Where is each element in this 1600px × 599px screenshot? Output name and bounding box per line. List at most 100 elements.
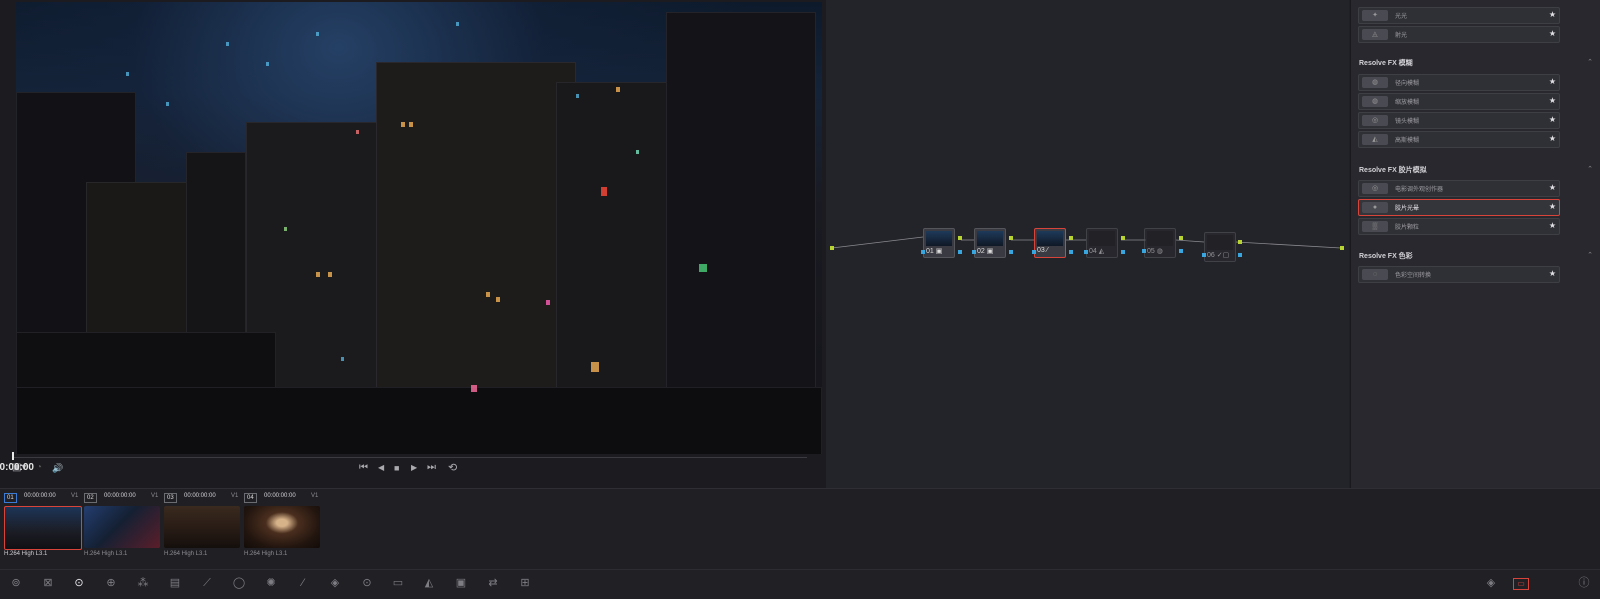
favorite-star-icon[interactable]: ★ (1549, 134, 1556, 143)
info-icon[interactable]: ⓘ (1576, 576, 1592, 590)
favorite-star-icon[interactable]: ★ (1549, 202, 1556, 211)
node-key-pin[interactable] (1238, 253, 1242, 257)
lightbox-icon[interactable]: ◈ (1483, 576, 1499, 590)
node-02[interactable]: 02 ▣ (974, 228, 1006, 258)
fx-thumb-icon: ◬ (1362, 29, 1388, 40)
key-icon[interactable]: ▣ (453, 576, 469, 590)
node-output-pin[interactable] (1121, 236, 1125, 240)
video-frame[interactable] (16, 2, 822, 454)
tracker-icon[interactable]: ⊙ (359, 576, 375, 590)
fx-item-film-halation[interactable]: ● 胶片光晕 ★ (1358, 199, 1560, 216)
fx-item-lens-blur[interactable]: ◎ 镜头模糊 ★ (1358, 112, 1560, 129)
favorite-star-icon[interactable]: ★ (1549, 96, 1556, 105)
3d-icon[interactable]: ⊞ (517, 576, 533, 590)
node-thumbnail (1037, 231, 1063, 246)
clip-timecode: 00:00:00:00 (264, 493, 296, 499)
favorite-star-icon[interactable]: ★ (1549, 77, 1556, 86)
node-01[interactable]: 01 ▣ (923, 228, 955, 258)
sizing-icon[interactable]: ⇄ (485, 576, 501, 590)
node-key-pin[interactable] (1142, 249, 1146, 253)
qualifier-icon[interactable]: ✺ (263, 576, 279, 590)
source-input-pin[interactable] (830, 246, 834, 250)
clip-thumbnail[interactable] (84, 506, 160, 548)
fx-section-title-film-look[interactable]: Resolve FX 胶片模拟 (1359, 165, 1427, 175)
favorite-star-icon[interactable]: ★ (1549, 221, 1556, 230)
color-wheels-icon[interactable]: ⊙ (71, 576, 87, 590)
loop-icon[interactable]: ⟲ (448, 463, 457, 474)
clip-thumbnail[interactable] (244, 506, 320, 548)
fx-item-label: 电影调外观创作器 (1395, 187, 1444, 193)
collapse-chevron-icon[interactable]: ⌃ (1587, 165, 1593, 173)
node-06[interactable]: 06 ✓▢ (1204, 232, 1236, 262)
eyedropper-icon[interactable]: ⁄ (295, 576, 311, 590)
color-warper-icon[interactable]: ◯ (231, 576, 247, 590)
favorite-star-icon[interactable]: ★ (1549, 115, 1556, 124)
node-key-pin[interactable] (1032, 250, 1036, 254)
fx-item-zoom-blur[interactable]: ◍ 缩放模糊 ★ (1358, 93, 1560, 110)
node-key-pin[interactable] (1084, 250, 1088, 254)
node-key-pin[interactable] (972, 250, 976, 254)
output-pin[interactable] (1340, 246, 1344, 250)
curves-icon[interactable]: ⟋ (199, 576, 215, 590)
fx-item-film-grain[interactable]: ▒ 胶片颗粒 ★ (1358, 218, 1560, 235)
node-05[interactable]: 05 ◍ (1144, 228, 1176, 258)
first-frame-icon[interactable]: ⏮ (359, 463, 368, 473)
window-icon[interactable]: ◈ (327, 576, 343, 590)
rgb-mixer-icon[interactable]: ⁂ (135, 576, 151, 590)
node-output-pin[interactable] (1069, 236, 1073, 240)
mute-icon[interactable]: ◔ (36, 463, 42, 473)
stop-icon[interactable]: ■ (394, 463, 399, 473)
play-icon[interactable]: ▶ (411, 463, 417, 473)
node-editor[interactable]: 01 ▣ 02 ▣ 03 ⁄ 04 ◭ 05 ◍ 06 ✓▢ (826, 0, 1349, 488)
node-key-pin[interactable] (1009, 250, 1013, 254)
node-output-pin[interactable] (958, 236, 962, 240)
fx-item-color-space-transform[interactable]: ◌ 色彩空间转换 ★ (1358, 266, 1560, 283)
node-output-pin[interactable] (1179, 236, 1183, 240)
node-label: 02 ▣ (977, 248, 994, 255)
camera-raw-icon[interactable]: ⊚ (8, 576, 24, 590)
node-key-pin[interactable] (1179, 249, 1183, 253)
node-04[interactable]: 04 ◭ (1086, 228, 1118, 258)
fx-item-glow[interactable]: ✦ 光光 ★ (1358, 7, 1560, 24)
clip-thumbnail[interactable] (4, 506, 82, 550)
fx-section-title-color[interactable]: Resolve FX 色彩 (1359, 251, 1413, 261)
fx-section-title-blur[interactable]: Resolve FX 模糊 (1359, 58, 1413, 68)
node-output-pin[interactable] (1238, 240, 1242, 244)
node-key-pin[interactable] (1069, 250, 1073, 254)
hdr-wheels-icon[interactable]: ⊕ (103, 576, 119, 590)
node-key-pin[interactable] (1202, 253, 1206, 257)
color-match-icon[interactable]: ⊠ (40, 576, 56, 590)
favorite-star-icon[interactable]: ★ (1549, 183, 1556, 192)
favorite-star-icon[interactable]: ★ (1549, 269, 1556, 278)
reverse-play-icon[interactable]: ◀ (378, 463, 384, 473)
motion-effects-icon[interactable]: ▤ (167, 576, 183, 590)
favorite-star-icon[interactable]: ★ (1549, 10, 1556, 19)
node-key-pin[interactable] (1121, 250, 1125, 254)
fx-item-film-look-creator[interactable]: ◎ 电影调外观创作器 ★ (1358, 180, 1560, 197)
fx-item-radial-blur[interactable]: ◍ 径向模糊 ★ (1358, 74, 1560, 91)
node-output-pin[interactable] (1009, 236, 1013, 240)
clip-codec: H.264 High L3.1 (244, 551, 288, 557)
node-label: 03 ⁄ (1037, 247, 1048, 254)
fx-item-gaussian-blur[interactable]: ◭ 高斯模糊 ★ (1358, 131, 1560, 148)
favorite-star-icon[interactable]: ★ (1549, 29, 1556, 38)
clip-number: 04 (244, 493, 257, 503)
playhead[interactable] (12, 452, 14, 460)
node-03[interactable]: 03 ⁄ (1034, 228, 1066, 258)
collapse-chevron-icon[interactable]: ⌃ (1587, 251, 1593, 259)
node-key-pin[interactable] (958, 250, 962, 254)
node-thumbnail (1089, 231, 1115, 246)
volume-icon[interactable]: 🔊 (52, 463, 63, 473)
node-thumbnail (926, 231, 952, 246)
scrubber-track[interactable] (12, 457, 807, 458)
magic-mask-icon[interactable]: ▭ (390, 576, 406, 590)
clip-track: V1 (151, 493, 159, 499)
fx-item-light-rays[interactable]: ◬ 射光 ★ (1358, 26, 1560, 43)
blur-icon[interactable]: ◭ (421, 576, 437, 590)
last-frame-icon[interactable]: ⏭ (427, 463, 436, 473)
clip-thumbnail[interactable] (164, 506, 240, 548)
fx-library-toggle-icon[interactable]: ▭ (1513, 578, 1529, 590)
fx-thumb-icon: ✦ (1362, 10, 1388, 21)
node-key-pin[interactable] (921, 250, 925, 254)
collapse-chevron-icon[interactable]: ⌃ (1587, 58, 1593, 66)
